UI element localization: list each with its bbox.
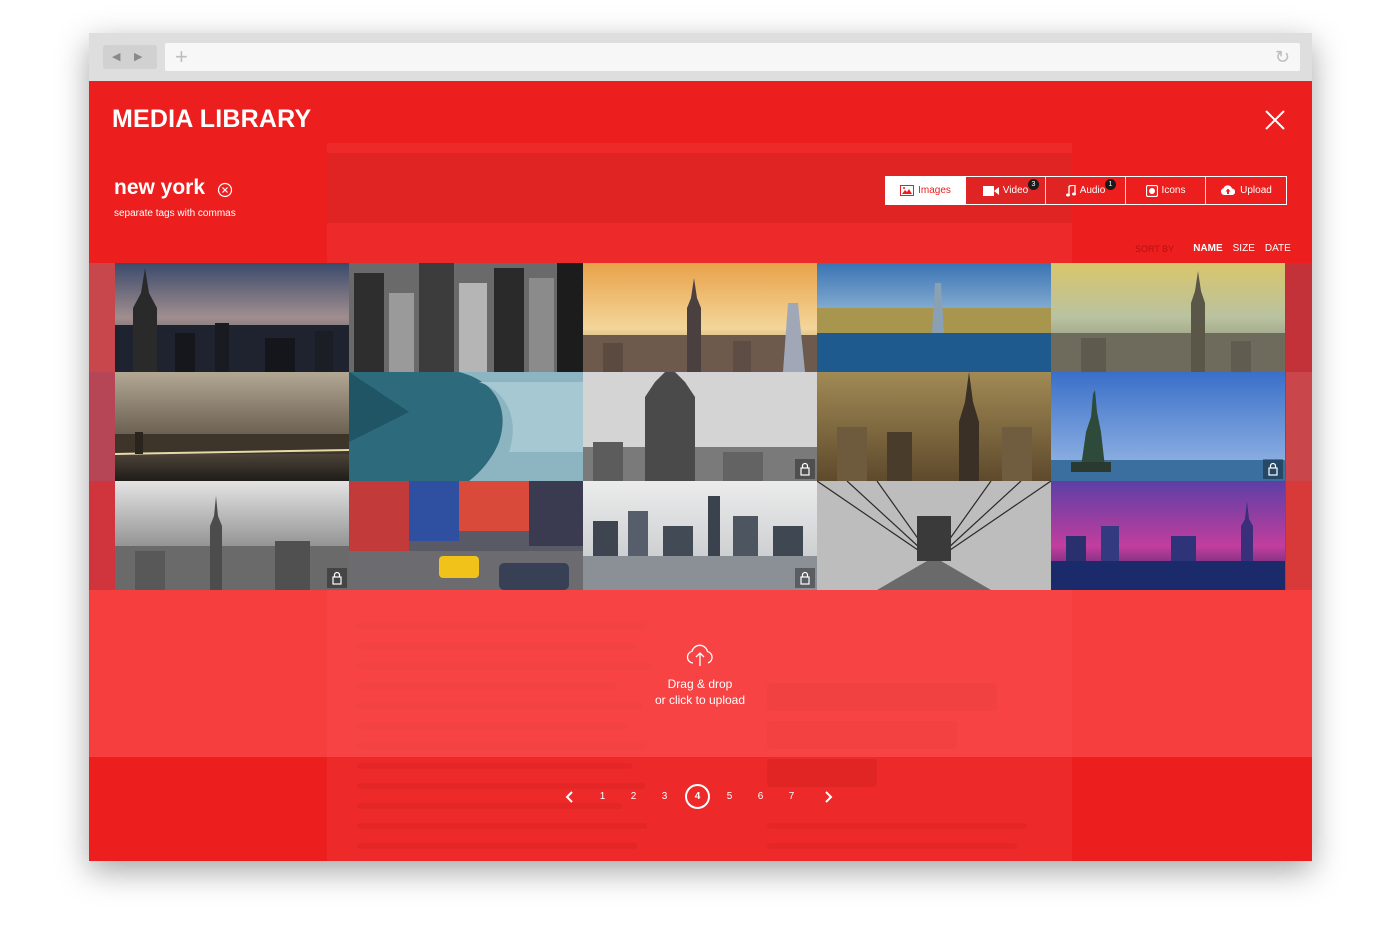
dropzone-text: Drag & drop or click to upload (600, 676, 800, 708)
cloud-upload-icon (686, 644, 713, 666)
browser-toolbar: ◀ ▶ + ↻ (89, 33, 1312, 81)
page-7[interactable]: 7 (779, 784, 804, 809)
photo-times-square-taxis (349, 481, 583, 590)
video-count-badge: 3 (1028, 179, 1039, 190)
media-type-tabs: Images Video 3 Audio 1 Icons Upload (885, 176, 1287, 205)
music-note-icon (1065, 184, 1076, 196)
image-thumbnail[interactable] (1051, 263, 1285, 372)
forward-arrow-icon[interactable]: ▶ (134, 45, 142, 69)
page-title: MEDIA LIBRARY (112, 105, 312, 133)
image-grid (115, 263, 1285, 590)
image-thumbnail[interactable] (583, 263, 817, 372)
sort-controls: SORT BY NAME SIZE DATE (1135, 243, 1291, 254)
remove-tag-icon[interactable] (217, 182, 233, 198)
image-thumbnail[interactable] (115, 372, 349, 481)
page-6[interactable]: 6 (748, 784, 773, 809)
image-thumbnail[interactable] (115, 263, 349, 372)
next-images-edge (1286, 263, 1312, 590)
photo-empire-sunset (583, 263, 817, 372)
page-4-current[interactable]: 4 (685, 784, 710, 809)
sort-by-date[interactable]: DATE (1265, 243, 1291, 254)
video-camera-icon (982, 185, 999, 196)
image-thumbnail[interactable] (1051, 481, 1285, 590)
page-1[interactable]: 1 (590, 784, 615, 809)
image-thumbnail[interactable] (817, 263, 1051, 372)
address-bar[interactable]: + ↻ (165, 43, 1300, 71)
browser-nav-buttons: ◀ ▶ (103, 45, 157, 69)
photo-skyline-night-colorful (1051, 481, 1285, 590)
back-arrow-icon[interactable]: ◀ (112, 45, 120, 69)
image-thumbnail[interactable] (583, 372, 817, 481)
lock-icon (795, 459, 815, 479)
photo-chrysler-aerial-gold (817, 372, 1051, 481)
tab-label: Upload (1240, 185, 1272, 196)
image-thumbnail[interactable] (817, 372, 1051, 481)
tab-label: Audio (1079, 185, 1106, 196)
image-thumbnail[interactable] (1051, 372, 1285, 481)
dropzone-line1: Drag & drop (667, 677, 733, 691)
chevron-left-icon[interactable] (564, 790, 576, 804)
image-thumbnail[interactable] (349, 372, 583, 481)
sort-by-name[interactable]: NAME (1193, 243, 1222, 254)
search-tag[interactable]: new york (114, 176, 205, 199)
lock-icon (795, 568, 815, 588)
image-thumbnail[interactable] (115, 481, 349, 590)
photo-brooklyn-bridge-walkway (817, 481, 1051, 590)
image-thumbnail[interactable] (583, 481, 817, 590)
photo-chrysler-dusk (115, 263, 349, 372)
tab-label: Images (918, 185, 951, 196)
tab-label: Video (1002, 185, 1029, 196)
dropzone-line2: or click to upload (654, 693, 746, 707)
photo-empire-daylight (1051, 263, 1285, 372)
icons-square-icon (1145, 184, 1158, 197)
upload-dropzone[interactable]: Drag & drop or click to upload (89, 590, 1312, 757)
sort-label: SORT BY (1135, 243, 1175, 254)
lock-icon (1263, 459, 1283, 479)
new-tab-plus-icon[interactable]: + (175, 45, 188, 69)
tag-search: new york separate tags with commas (114, 176, 236, 219)
image-icon (900, 185, 915, 196)
photo-empire-state-bw (583, 372, 817, 481)
photo-statue-of-liberty-face (349, 372, 583, 481)
photo-skyline-waterfront (583, 481, 817, 590)
image-thumbnail[interactable] (349, 263, 583, 372)
audio-count-badge: 1 (1105, 179, 1116, 190)
tag-hint: separate tags with commas (114, 208, 236, 219)
sort-by-size[interactable]: SIZE (1233, 243, 1255, 254)
image-thumbnail[interactable] (817, 481, 1051, 590)
tab-icons[interactable]: Icons (1126, 177, 1206, 204)
photo-brooklyn-bridge-night-sepia (115, 372, 349, 481)
browser-window: ◀ ▶ + ↻ MEDIA LIBRARY new york separate … (89, 33, 1312, 861)
photo-lower-manhattan-harbor (817, 263, 1051, 372)
lock-icon (327, 568, 347, 588)
tab-label: Icons (1161, 185, 1186, 196)
close-icon[interactable] (1262, 107, 1288, 133)
page-3[interactable]: 3 (652, 784, 677, 809)
page-2[interactable]: 2 (621, 784, 646, 809)
photo-midtown-bw (115, 481, 349, 590)
reload-icon[interactable]: ↻ (1275, 47, 1290, 67)
tab-audio[interactable]: Audio 1 (1046, 177, 1126, 204)
prev-images-edge (89, 263, 115, 590)
media-library-panel: MEDIA LIBRARY new york separate tags wit… (89, 81, 1312, 861)
photo-bw-aerial (349, 263, 583, 372)
tab-video[interactable]: Video 3 (966, 177, 1046, 204)
tab-images[interactable]: Images (886, 177, 966, 204)
chevron-right-icon[interactable] (822, 790, 834, 804)
photo-statue-of-liberty-blue-sky (1051, 372, 1285, 481)
tab-upload[interactable]: Upload (1206, 177, 1286, 204)
pagination: 1 2 3 4 5 6 7 (89, 757, 1312, 861)
cloud-upload-icon (1221, 185, 1236, 195)
page-5[interactable]: 5 (717, 784, 742, 809)
image-thumbnail[interactable] (349, 481, 583, 590)
